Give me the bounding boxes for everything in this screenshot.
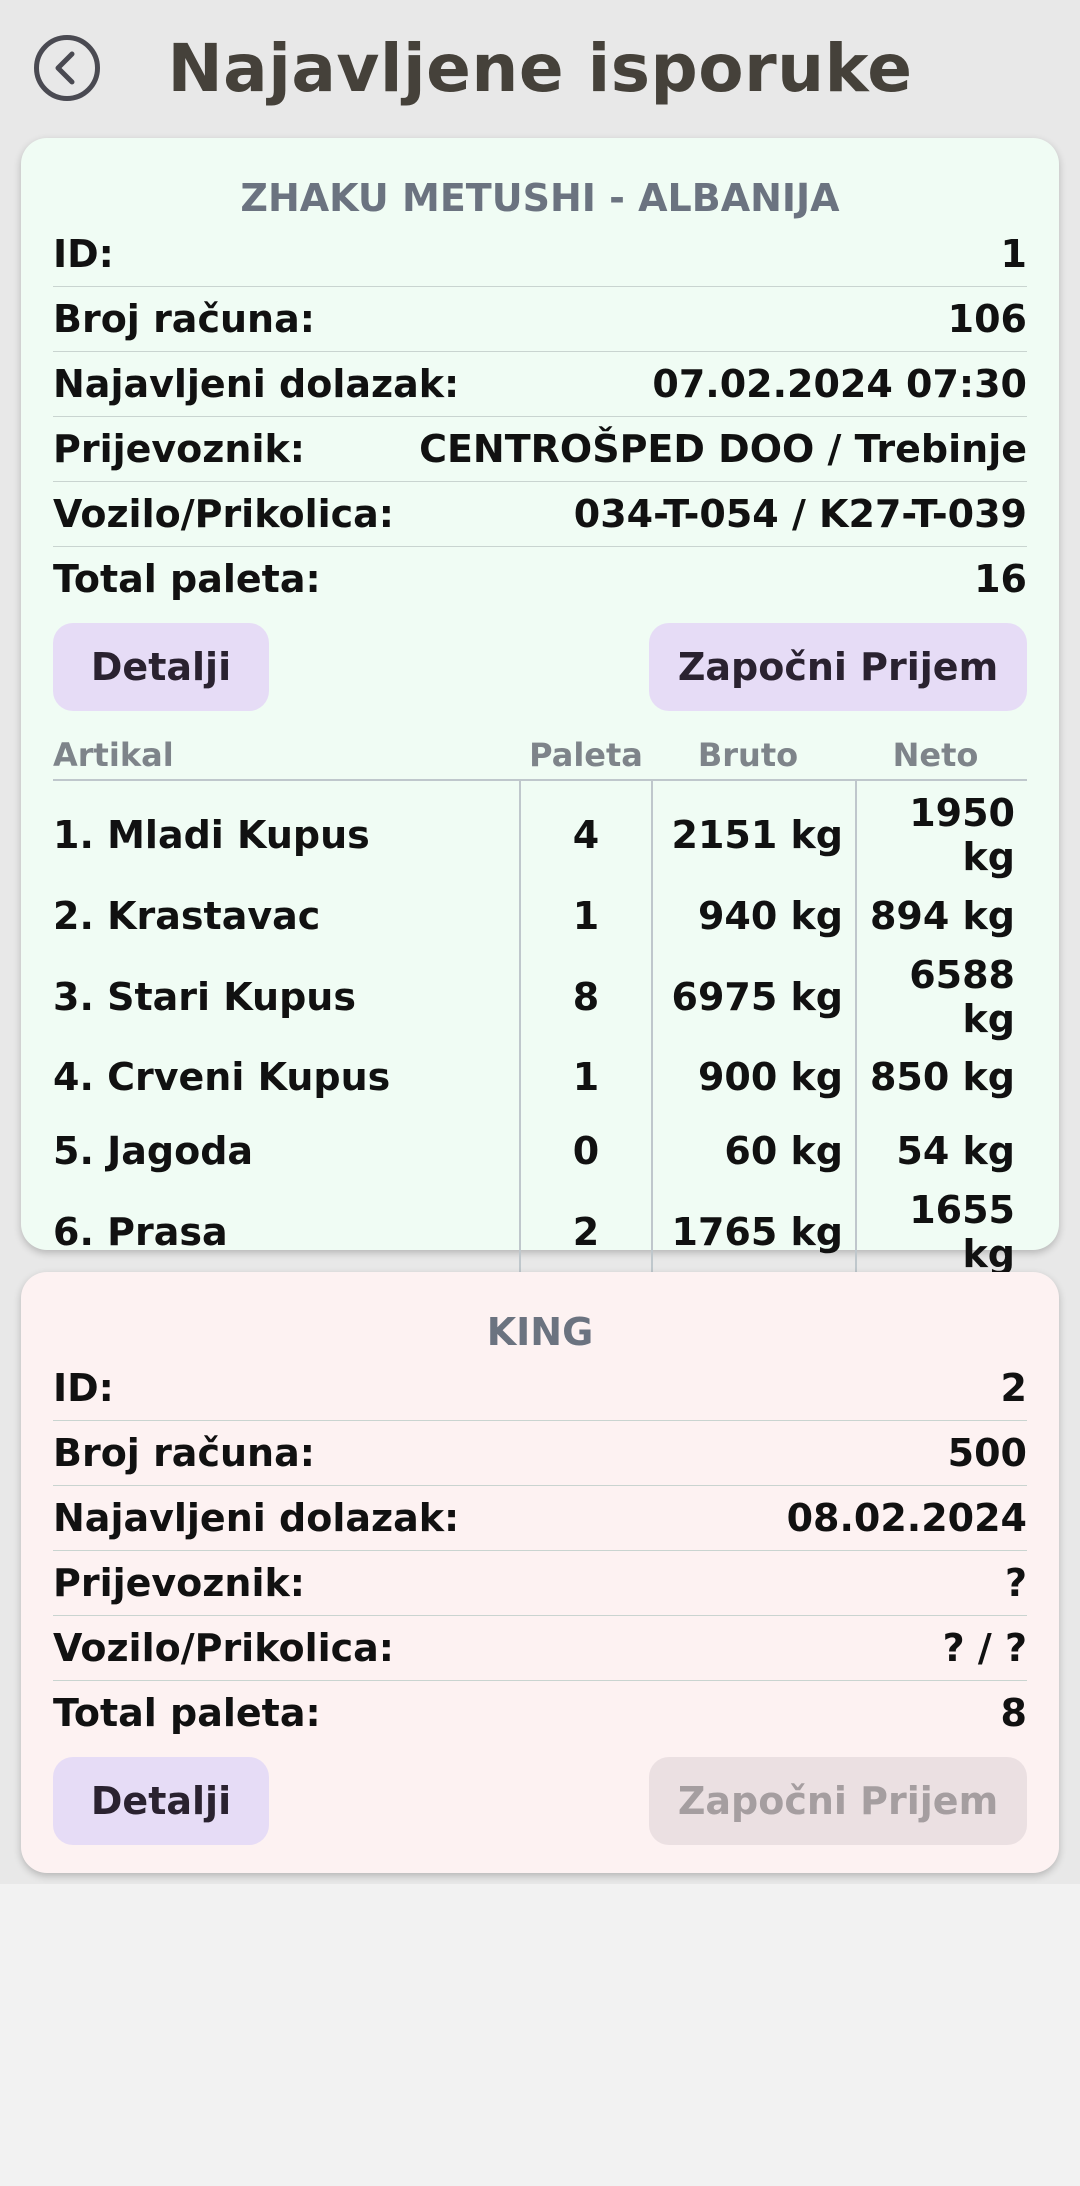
item-pallets: 4 bbox=[519, 780, 652, 879]
carrier-value: CENTROŠPED DOO / Trebinje bbox=[419, 427, 1027, 471]
id-row: ID: 1 bbox=[53, 222, 1027, 287]
invoice-label: Broj računa: bbox=[53, 1431, 315, 1475]
vehicle-value: 034-T-054 / K27-T-039 bbox=[573, 492, 1027, 536]
page-title: Najavljene isporuke bbox=[167, 30, 913, 107]
item-name: 2. Krastavac bbox=[53, 893, 321, 938]
item-name: 6. Prasa bbox=[53, 1209, 228, 1254]
vehicle-row: Vozilo/Prikolica: ? / ? bbox=[53, 1616, 1027, 1681]
arrival-label: Najavljeni dolazak: bbox=[53, 1496, 460, 1540]
item-name: 1. Mladi Kupus bbox=[53, 813, 370, 857]
item-pallets: 8 bbox=[519, 952, 652, 1041]
carrier-label: Prijevoznik: bbox=[53, 1561, 305, 1605]
items-table: Artikal Paleta Bruto Neto 1. Mladi Kupus… bbox=[53, 731, 1027, 1276]
item-gross: 60 kg bbox=[651, 1114, 856, 1188]
item-pallets: 1 bbox=[519, 879, 652, 953]
arrival-row: Najavljeni dolazak: 08.02.2024 bbox=[53, 1486, 1027, 1551]
supplier-name: ZHAKU METUSHI - ALBANIJA bbox=[240, 176, 840, 220]
arrival-value: 07.02.2024 07:30 bbox=[652, 362, 1027, 406]
col-pallets: Paleta bbox=[520, 731, 652, 781]
item-gross: 940 kg bbox=[651, 879, 856, 953]
item-gross: 6975 kg bbox=[651, 952, 856, 1041]
start-receipt-button[interactable]: Započni Prijem bbox=[649, 623, 1027, 711]
invoice-row: Broj računa: 106 bbox=[53, 287, 1027, 352]
item-net: 6588 kg bbox=[855, 952, 1027, 1041]
carrier-row: Prijevoznik: CENTROŠPED DOO / Trebinje bbox=[53, 417, 1027, 482]
item-pallets: 0 bbox=[519, 1114, 652, 1188]
vehicle-label: Vozilo/Prikolica: bbox=[53, 492, 394, 536]
col-gross: Bruto bbox=[652, 731, 856, 781]
start-receipt-button-disabled: Započni Prijem bbox=[649, 1757, 1027, 1845]
table-row: 1. Mladi Kupus 4 2151 kg 1950 kg bbox=[53, 780, 1027, 879]
carrier-row: Prijevoznik: ? bbox=[53, 1551, 1027, 1616]
invoice-label: Broj računa: bbox=[53, 297, 315, 341]
shipment-card: ZHAKU METUSHI - ALBANIJA ID: 1 Broj raču… bbox=[21, 138, 1059, 1276]
item-net: 1950 kg bbox=[855, 780, 1027, 879]
item-gross: 2151 kg bbox=[651, 780, 856, 879]
table-row: 6. Prasa 2 1765 kg 1655 kg bbox=[53, 1187, 1027, 1276]
item-pallets: 1 bbox=[519, 1040, 652, 1114]
table-row: 5. Jagoda 0 60 kg 54 kg bbox=[53, 1114, 1027, 1188]
item-gross: 900 kg bbox=[651, 1040, 856, 1114]
item-name: 5. Jagoda bbox=[53, 1128, 254, 1173]
id-value: 1 bbox=[1000, 232, 1027, 276]
arrival-label: Najavljeni dolazak: bbox=[53, 362, 460, 406]
supplier-name: KING bbox=[486, 1310, 594, 1354]
item-net: 1655 kg bbox=[855, 1187, 1027, 1276]
invoice-row: Broj računa: 500 bbox=[53, 1421, 1027, 1486]
pallets-row: Total paleta: 16 bbox=[53, 547, 1027, 611]
pallets-label: Total paleta: bbox=[53, 1691, 321, 1735]
arrival-row: Najavljeni dolazak: 07.02.2024 07:30 bbox=[53, 352, 1027, 417]
table-row: 3. Stari Kupus 8 6975 kg 6588 kg bbox=[53, 952, 1027, 1041]
pallets-value: 16 bbox=[974, 557, 1027, 601]
pallets-label: Total paleta: bbox=[53, 557, 321, 601]
carrier-label: Prijevoznik: bbox=[53, 427, 305, 471]
item-net: 54 kg bbox=[855, 1114, 1027, 1188]
item-net: 850 kg bbox=[855, 1040, 1027, 1114]
id-label: ID: bbox=[53, 232, 114, 276]
vehicle-label: Vozilo/Prikolica: bbox=[53, 1626, 394, 1670]
item-name: 4. Crveni Kupus bbox=[53, 1055, 391, 1100]
arrival-value: 08.02.2024 bbox=[786, 1496, 1027, 1540]
invoice-value: 106 bbox=[947, 297, 1027, 341]
item-net: 894 kg bbox=[855, 879, 1027, 953]
vehicle-value: ? / ? bbox=[942, 1626, 1027, 1670]
id-label: ID: bbox=[53, 1366, 114, 1410]
vehicle-row: Vozilo/Prikolica: 034-T-054 / K27-T-039 bbox=[53, 482, 1027, 547]
table-row: 2. Krastavac 1 940 kg 894 kg bbox=[53, 879, 1027, 953]
details-button[interactable]: Detalji bbox=[53, 1757, 269, 1845]
details-button[interactable]: Detalji bbox=[53, 623, 269, 711]
item-gross: 1765 kg bbox=[651, 1187, 856, 1276]
pallets-value: 8 bbox=[1000, 1691, 1027, 1735]
item-name: 3. Stari Kupus bbox=[53, 974, 356, 1019]
table-row: 4. Crveni Kupus 1 900 kg 850 kg bbox=[53, 1040, 1027, 1114]
pallets-row: Total paleta: 8 bbox=[53, 1681, 1027, 1745]
invoice-value: 500 bbox=[947, 1431, 1027, 1475]
id-row: ID: 2 bbox=[53, 1356, 1027, 1421]
col-article: Artikal bbox=[53, 731, 520, 781]
shipment-card: KING ID: 2 Broj računa: 500 Najavljeni d… bbox=[21, 1272, 1059, 1873]
id-value: 2 bbox=[1000, 1366, 1027, 1410]
carrier-value: ? bbox=[1004, 1561, 1027, 1605]
item-pallets: 2 bbox=[519, 1187, 652, 1276]
col-net: Neto bbox=[856, 731, 1027, 781]
